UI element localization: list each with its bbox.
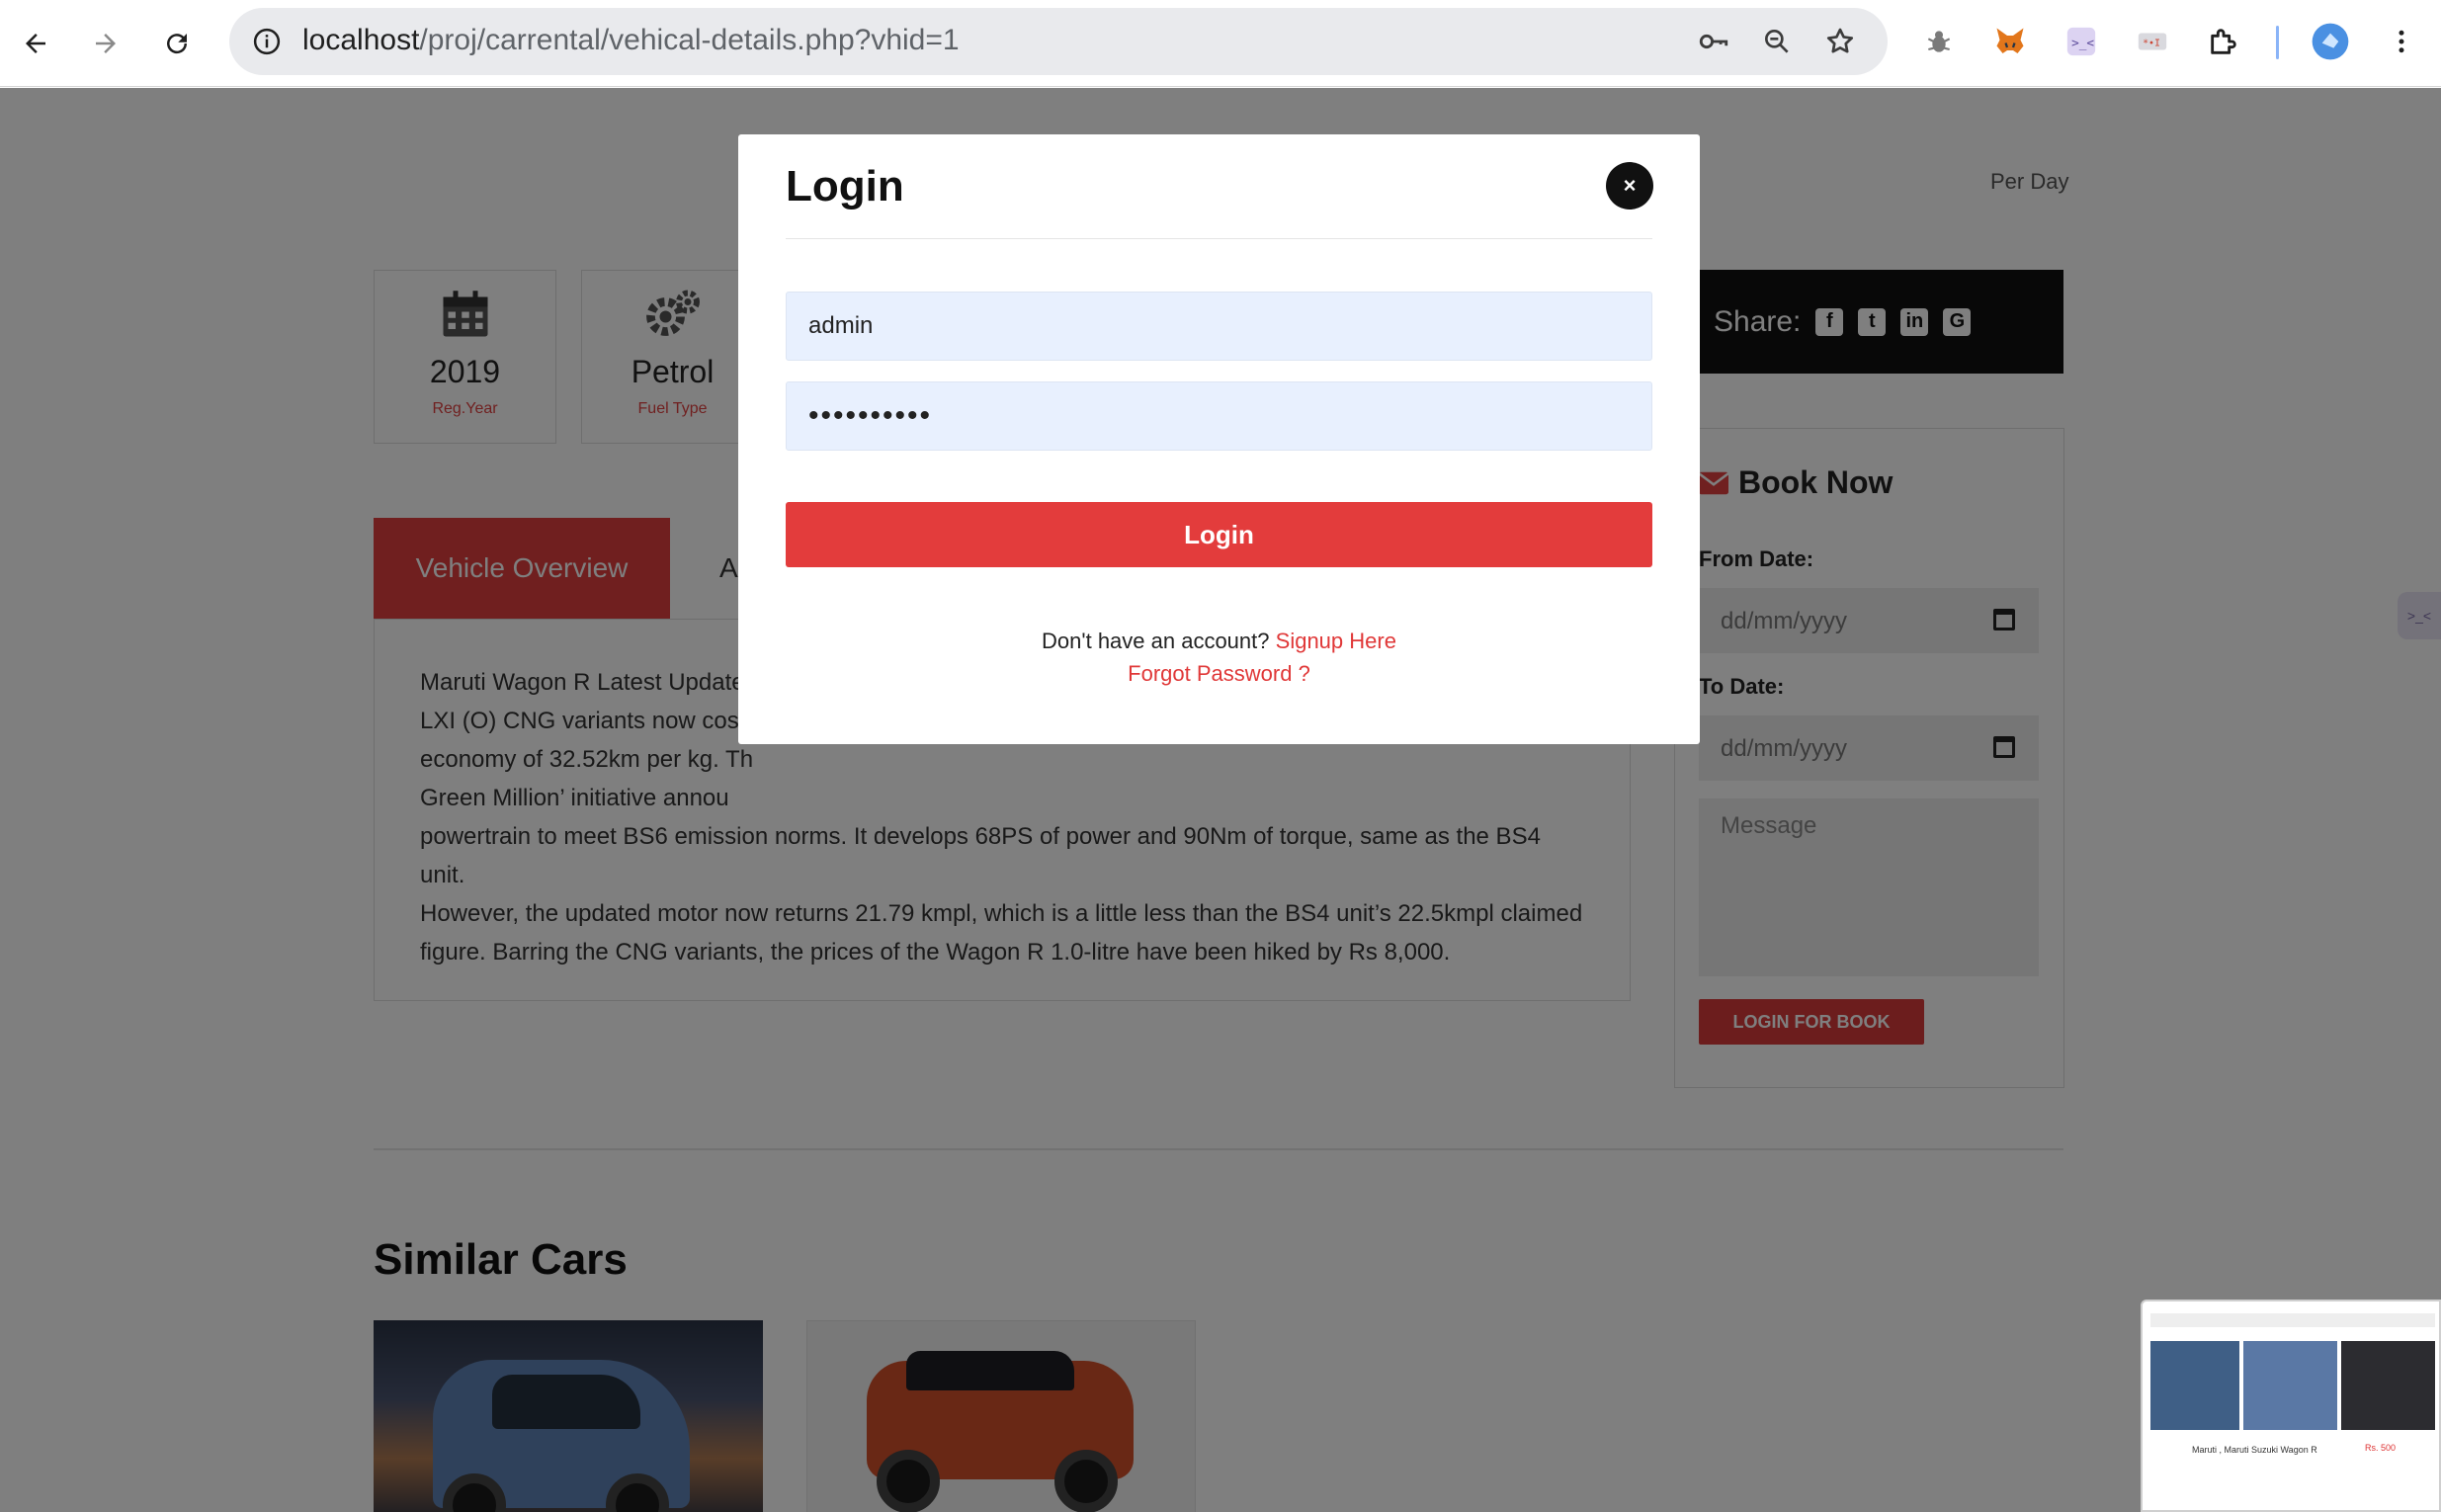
password-value: •••••••••• <box>808 399 933 432</box>
key-icon[interactable] <box>1694 22 1733 61</box>
thumbnail-image-2 <box>2243 1341 2337 1430</box>
modal-divider <box>786 238 1652 239</box>
zoom-icon[interactable] <box>1757 22 1797 61</box>
tab-extension-icon[interactable]: *•I <box>2129 18 2176 65</box>
metamask-fox-icon[interactable] <box>1986 18 2034 65</box>
browser-toolbar: localhost/proj/carrental/vehical-details… <box>0 0 2441 87</box>
login-modal: Login × admin •••••••••• Login Don't hav… <box>738 134 1700 744</box>
profile-avatar-icon[interactable] <box>2307 18 2354 65</box>
browser-menu-icon[interactable] <box>2378 18 2425 65</box>
bookmark-star-icon[interactable] <box>1820 22 1860 61</box>
signup-link[interactable]: Signup Here <box>1276 629 1396 653</box>
url-text[interactable]: localhost/proj/carrental/vehical-details… <box>302 24 960 57</box>
site-info-icon[interactable] <box>247 22 287 61</box>
forgot-password-link[interactable]: Forgot Password ? <box>1128 661 1310 686</box>
screenshot-thumbnail[interactable]: Maruti , Maruti Suzuki Wagon R Rs. 500 <box>2141 1300 2441 1512</box>
username-input[interactable]: admin <box>786 292 1652 361</box>
login-button[interactable]: Login <box>786 502 1652 567</box>
extensions-puzzle-icon[interactable] <box>2200 18 2247 65</box>
reload-button[interactable] <box>151 18 203 69</box>
toolbar-divider <box>2276 26 2279 59</box>
forgot-password-row: Forgot Password ? <box>738 661 1700 687</box>
thumbnail-image-1 <box>2150 1341 2239 1430</box>
no-account-text: Don't have an account? <box>1042 629 1270 653</box>
username-value: admin <box>808 312 874 339</box>
thumbnail-image-3 <box>2341 1341 2435 1430</box>
bug-extension-icon[interactable] <box>1915 18 1963 65</box>
back-arrow-icon <box>26 34 45 53</box>
thumbnail-caption: Maruti , Maruti Suzuki Wagon R <box>2192 1445 2317 1455</box>
address-bar[interactable]: localhost/proj/carrental/vehical-details… <box>229 8 1888 75</box>
svg-text:*•I: *•I <box>2143 38 2160 48</box>
svg-text:>_<: >_< <box>2071 37 2094 51</box>
signup-prompt: Don't have an account? Signup Here <box>738 629 1700 654</box>
forward-arrow-icon <box>96 34 116 53</box>
dev-extension-icon[interactable]: >_< <box>2058 18 2105 65</box>
back-button[interactable] <box>10 18 61 69</box>
modal-title: Login <box>786 162 904 210</box>
reload-icon <box>167 34 188 54</box>
password-input[interactable]: •••••••••• <box>786 381 1652 451</box>
thumbnail-price: Rs. 500 <box>2365 1443 2397 1453</box>
close-button[interactable]: × <box>1606 162 1653 210</box>
forward-button[interactable] <box>80 18 131 69</box>
thumbnail-toolbar-strip <box>2150 1313 2435 1327</box>
